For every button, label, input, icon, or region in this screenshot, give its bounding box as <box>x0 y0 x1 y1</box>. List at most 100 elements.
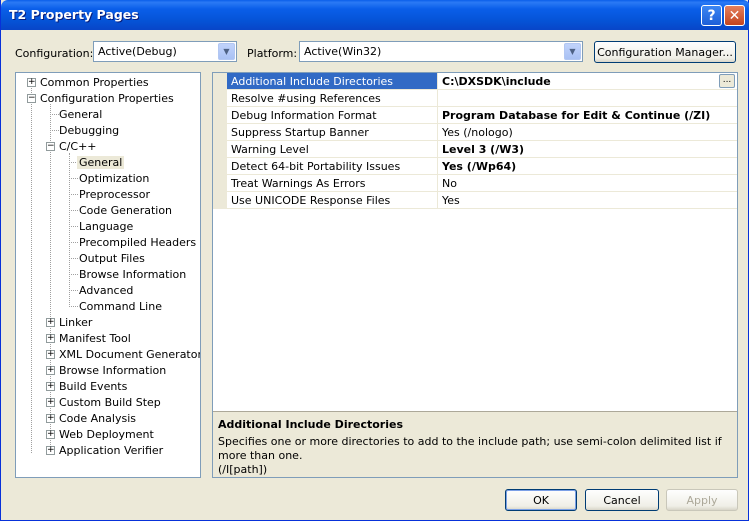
tree-item-build-events[interactable]: + Build Events <box>16 379 200 395</box>
tree-item-general[interactable]: General <box>16 107 200 123</box>
expand-icon[interactable]: + <box>46 366 55 375</box>
tree-item-debugging[interactable]: Debugging <box>16 123 200 139</box>
tree-connector <box>69 274 78 275</box>
tree-item-cpp-optimization[interactable]: Optimization <box>16 171 200 187</box>
tree-connector <box>69 210 78 211</box>
property-value[interactable]: No <box>439 175 737 191</box>
property-name: Treat Warnings As Errors <box>227 175 438 191</box>
tree-connector <box>69 226 78 227</box>
tree-item-label: Common Properties <box>40 76 149 89</box>
tree-item-application-verifier[interactable]: + Application Verifier <box>16 443 200 459</box>
tree-item-label: Preprocessor <box>79 188 151 201</box>
property-row[interactable]: Resolve #using References <box>213 90 737 107</box>
tree-item-cpp-command-line[interactable]: Command Line <box>16 299 200 315</box>
platform-value: Active(Win32) <box>304 45 382 58</box>
tree-item-label: Output Files <box>79 252 145 265</box>
tree-item-custom-build-step[interactable]: + Custom Build Step <box>16 395 200 411</box>
property-row[interactable]: Additional Include Directories C:\DXSDK\… <box>213 73 737 90</box>
cancel-button[interactable]: Cancel <box>585 489 659 511</box>
tree-item-cpp-advanced[interactable]: Advanced <box>16 283 200 299</box>
tree-item-browse-information[interactable]: + Browse Information <box>16 363 200 379</box>
help-button[interactable]: ? <box>701 5 722 26</box>
property-row[interactable]: Suppress Startup Banner Yes (/nologo) <box>213 124 737 141</box>
apply-button[interactable]: Apply <box>666 489 738 511</box>
platform-label: Platform: <box>247 47 298 60</box>
tree-item-label: Command Line <box>79 300 162 313</box>
property-tree[interactable]: + Common Properties − Configuration Prop… <box>15 72 201 478</box>
property-value[interactable]: Yes (/nologo) <box>439 124 737 140</box>
expand-icon[interactable]: + <box>46 350 55 359</box>
title-bar[interactable]: T2 Property Pages ? ✕ <box>1 0 749 30</box>
tree-item-label: Configuration Properties <box>40 92 174 105</box>
tree-item-label: Linker <box>59 316 93 329</box>
tree-item-configuration-properties[interactable]: − Configuration Properties <box>16 91 200 107</box>
tree-item-code-analysis[interactable]: + Code Analysis <box>16 411 200 427</box>
configuration-dropdown[interactable]: Active(Debug) ▼ <box>93 41 237 62</box>
expand-icon[interactable]: + <box>46 430 55 439</box>
tree-item-linker[interactable]: + Linker <box>16 315 200 331</box>
tree-item-cpp-language[interactable]: Language <box>16 219 200 235</box>
collapse-icon[interactable]: − <box>27 94 36 103</box>
row-gutter <box>213 141 227 158</box>
property-value[interactable]: Yes (/Wp64) <box>439 158 737 174</box>
description-panel: Additional Include Directories Specifies… <box>213 411 737 477</box>
property-value[interactable]: C:\DXSDK\include <box>439 73 737 89</box>
tree-item-cpp-precompiled-headers[interactable]: Precompiled Headers <box>16 235 200 251</box>
configuration-manager-button[interactable]: Configuration Manager... <box>594 41 736 63</box>
property-row[interactable]: Detect 64-bit Portability Issues Yes (/W… <box>213 158 737 175</box>
tree-connector <box>50 114 59 115</box>
close-button[interactable]: ✕ <box>724 5 745 26</box>
tree-item-cpp-code-generation[interactable]: Code Generation <box>16 203 200 219</box>
property-value[interactable]: Program Database for Edit & Continue (/Z… <box>439 107 737 123</box>
description-title: Additional Include Directories <box>218 418 404 431</box>
expand-icon[interactable]: + <box>27 78 36 87</box>
tree-connector <box>69 290 78 291</box>
expand-icon[interactable]: + <box>46 382 55 391</box>
tree-connector <box>69 258 78 259</box>
property-pages-window: T2 Property Pages ? ✕ Configuration: Act… <box>0 0 749 521</box>
browse-ellipsis-button[interactable]: ... <box>719 74 735 88</box>
tree-item-cpp[interactable]: − C/C++ <box>16 139 200 155</box>
property-value[interactable] <box>439 90 737 106</box>
tree-item-cpp-output-files[interactable]: Output Files <box>16 251 200 267</box>
tree-item-common-properties[interactable]: + Common Properties <box>16 75 200 91</box>
property-row[interactable]: Use UNICODE Response Files Yes <box>213 192 737 209</box>
collapse-icon[interactable]: − <box>46 142 55 151</box>
property-name: Detect 64-bit Portability Issues <box>227 158 438 174</box>
tree-item-cpp-preprocessor[interactable]: Preprocessor <box>16 187 200 203</box>
tree-item-label: Debugging <box>59 124 120 137</box>
tree-item-cpp-general[interactable]: General <box>16 155 200 171</box>
row-gutter <box>213 192 227 209</box>
row-gutter <box>213 158 227 175</box>
tree-item-manifest-tool[interactable]: + Manifest Tool <box>16 331 200 347</box>
tree-item-label: General <box>59 108 103 121</box>
property-value[interactable]: Level 3 (/W3) <box>439 141 737 157</box>
tree-item-web-deployment[interactable]: + Web Deployment <box>16 427 200 443</box>
property-row[interactable]: Treat Warnings As Errors No <box>213 175 737 192</box>
tree-connector <box>69 306 78 307</box>
tree-connector <box>69 194 78 195</box>
ok-button[interactable]: OK <box>505 489 577 511</box>
expand-icon[interactable]: + <box>46 414 55 423</box>
tree-item-cpp-browse-information[interactable]: Browse Information <box>16 267 200 283</box>
expand-icon[interactable]: + <box>46 334 55 343</box>
expand-icon[interactable]: + <box>46 398 55 407</box>
chevron-down-icon[interactable]: ▼ <box>218 43 235 60</box>
property-row[interactable]: Warning Level Level 3 (/W3) <box>213 141 737 158</box>
tree-item-label: Web Deployment <box>59 428 154 441</box>
tree-item-label: Application Verifier <box>59 444 164 457</box>
expand-icon[interactable]: + <box>46 318 55 327</box>
configuration-label: Configuration: <box>15 47 94 60</box>
property-name: Additional Include Directories <box>227 73 438 89</box>
row-gutter <box>213 107 227 124</box>
description-body: Specifies one or more directories to add… <box>218 435 722 462</box>
tree-item-xml-document-generator[interactable]: + XML Document Generator <box>16 347 200 363</box>
platform-dropdown[interactable]: Active(Win32) ▼ <box>299 41 583 62</box>
tree-connector <box>50 130 59 131</box>
row-gutter <box>213 90 227 107</box>
chevron-down-icon[interactable]: ▼ <box>564 43 581 60</box>
expand-icon[interactable]: + <box>46 446 55 455</box>
property-value[interactable]: Yes <box>439 192 737 208</box>
tree-item-label: Custom Build Step <box>59 396 161 409</box>
property-row[interactable]: Debug Information Format Program Databas… <box>213 107 737 124</box>
